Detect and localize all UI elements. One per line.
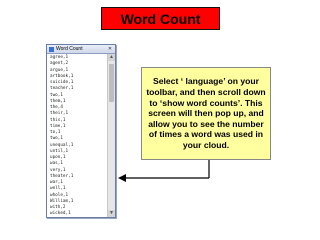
instruction-callout: Select ‘ language’ on your toolbar, and … (141, 67, 271, 160)
arrow-head-icon (118, 174, 126, 182)
